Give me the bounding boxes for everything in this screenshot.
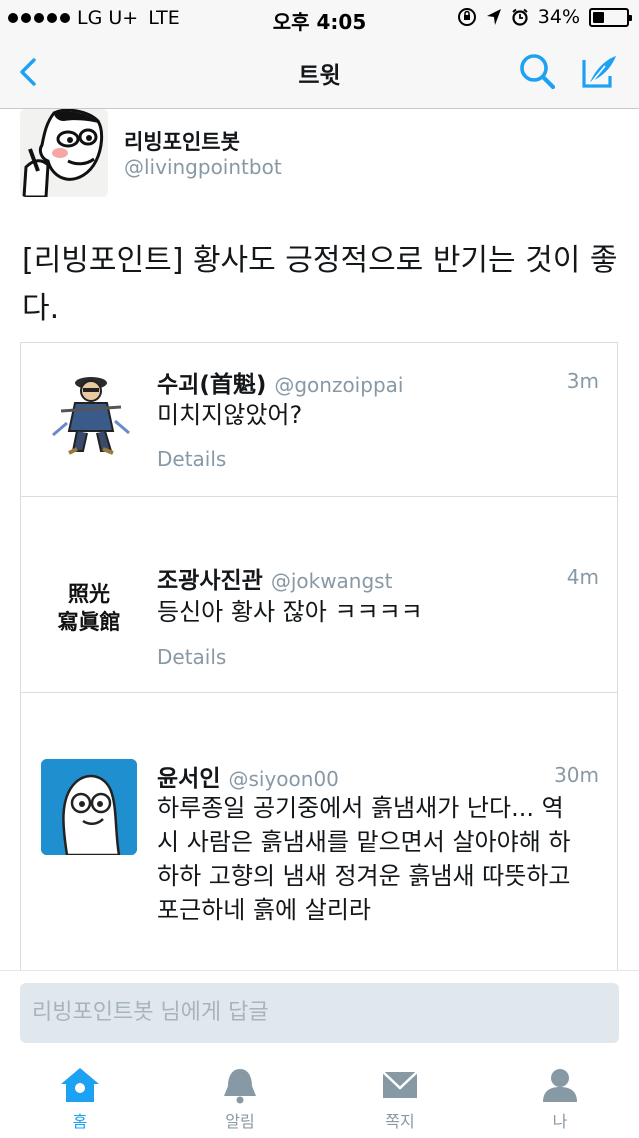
reply-timestamp: 3m	[566, 369, 599, 393]
reply-text: 등신아 황사 잖아 ㅋㅋㅋㅋ	[157, 598, 423, 626]
reply-composer-bar: 리빙포인트봇 님에게 답글	[0, 970, 639, 1052]
battery-percent: 34%	[537, 6, 580, 28]
reply-author-name: 조광사진관	[157, 568, 263, 594]
tab-profile[interactable]: 나	[510, 1066, 610, 1132]
person-icon	[543, 1069, 577, 1102]
envelope-icon	[382, 1071, 418, 1098]
author-name[interactable]: 리빙포인트봇	[124, 126, 240, 156]
search-icon[interactable]	[516, 50, 558, 92]
samurai-figure-avatar-icon	[41, 361, 137, 457]
reply-author-handle: @gonzoippai	[274, 373, 404, 397]
reply-avatar[interactable]: 照光 寫眞館	[41, 559, 137, 655]
tab-messages[interactable]: 쪽지	[350, 1066, 450, 1132]
battery-icon	[589, 7, 632, 27]
tab-profile-label: 나	[552, 1112, 568, 1131]
reply-avatar[interactable]	[41, 759, 137, 855]
reply-input[interactable]: 리빙포인트봇 님에게 답글	[20, 983, 619, 1043]
reply-avatar[interactable]	[41, 361, 137, 457]
reply-item[interactable]: 윤서인 @siyoon00 30m 하루종일 공기중에서 흙냄새가 난다... 역…	[21, 693, 617, 970]
reply-item[interactable]: 수괴(首魁) @gonzoippai 3m 미치지않았어? Details	[21, 343, 617, 497]
compose-feather-icon[interactable]	[578, 50, 620, 92]
status-bar: LG U+ LTE 오후 4:05 34%	[0, 0, 639, 36]
tweet-text: [리빙포인트] 황사도 긍정적으로 반기는 것이 좋다.	[22, 243, 618, 326]
reply-timestamp: 30m	[554, 763, 599, 787]
reply-text: 하루종일 공기중에서 흙냄새가 난다... 역시 사람은 흙냄새를 맡으면서 살…	[157, 794, 571, 924]
calligraphy-logo-avatar-icon: 照光 寫眞館	[41, 559, 137, 655]
location-arrow-icon	[486, 9, 501, 25]
rotation-lock-icon	[457, 8, 476, 26]
tab-home[interactable]: 홈	[30, 1066, 130, 1132]
svg-text:寫眞館: 寫眞館	[58, 609, 121, 634]
tab-home-label: 홈	[72, 1112, 88, 1131]
bell-icon	[224, 1069, 256, 1104]
replies-list: 수괴(首魁) @gonzoippai 3m 미치지않았어? Details 照光 …	[20, 342, 618, 970]
home-icon	[61, 1068, 99, 1102]
reply-details-link[interactable]: Details	[157, 447, 226, 471]
tab-notifications-label: 알림	[225, 1112, 255, 1131]
tab-messages-label: 쪽지	[385, 1112, 415, 1131]
author-handle[interactable]: @livingpointbot	[124, 155, 282, 179]
reply-author[interactable]: 조광사진관 @jokwangst	[157, 561, 392, 595]
reply-author-name: 윤서인	[157, 766, 221, 792]
reply-author-handle: @jokwangst	[270, 569, 393, 593]
reply-author-handle: @siyoon00	[228, 767, 339, 791]
svg-text:照光: 照光	[68, 581, 110, 606]
reply-author-name: 수괴(首魁)	[157, 372, 267, 398]
reply-details-link[interactable]: Details	[157, 645, 226, 669]
reply-text: 미치지않았어?	[157, 401, 303, 429]
tab-notifications[interactable]: 알림	[190, 1066, 290, 1132]
status-icons: 34%	[457, 6, 632, 28]
reply-item[interactable]: 照光 寫眞館 조광사진관 @jokwangst 4m 등신아 황사 잖아 ㅋㅋㅋㅋ…	[21, 497, 617, 693]
alarm-clock-icon	[512, 8, 528, 26]
cartoon-face-avatar-icon	[20, 109, 108, 197]
reply-author[interactable]: 윤서인 @siyoon00	[157, 759, 339, 793]
cartoon-ghost-avatar-icon	[41, 759, 137, 855]
tab-bar: 홈 알림 쪽지 나	[0, 1052, 639, 1138]
author-avatar[interactable]	[20, 109, 108, 197]
reply-timestamp: 4m	[566, 565, 599, 589]
reply-author[interactable]: 수괴(首魁) @gonzoippai	[157, 365, 403, 399]
navigation-bar: 트윗	[0, 36, 639, 109]
battery-level	[593, 11, 604, 23]
